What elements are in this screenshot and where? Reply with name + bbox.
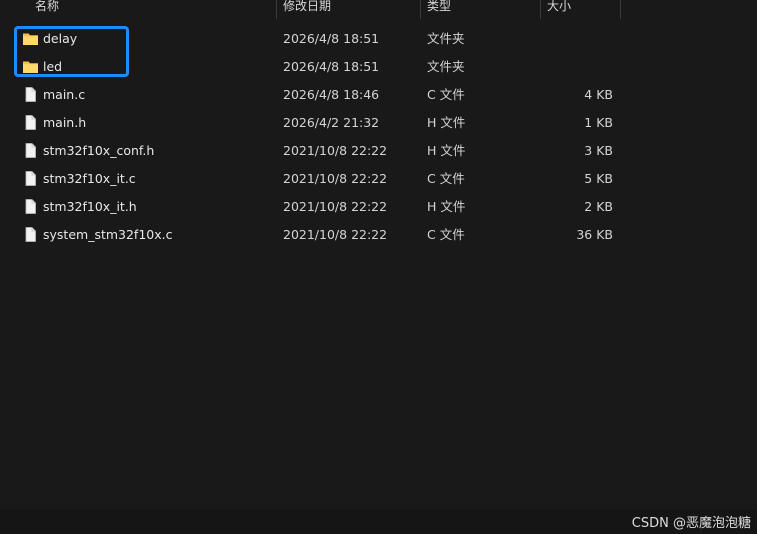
file-name: stm32f10x_it.h	[43, 199, 137, 214]
file-type: H 文件	[427, 199, 466, 214]
column-header-bar: 名称 修改日期 类型 大小	[0, 0, 757, 19]
file-icon	[25, 199, 36, 214]
file-name: system_stm32f10x.c	[43, 227, 173, 242]
file-type: H 文件	[427, 143, 466, 158]
status-bar: CSDN @恶魔泡泡糖	[0, 509, 757, 534]
file-type: C 文件	[427, 87, 465, 102]
column-divider[interactable]	[420, 0, 421, 19]
file-date: 2026/4/8 18:46	[283, 87, 380, 102]
file-icon	[25, 143, 36, 158]
file-size: 5 KB	[584, 171, 613, 186]
file-name: led	[43, 59, 63, 74]
file-name: stm32f10x_it.c	[43, 171, 136, 186]
file-size: 1 KB	[584, 115, 613, 130]
file-date: 2021/10/8 22:22	[283, 227, 388, 242]
file-date: 2021/10/8 22:22	[283, 199, 388, 214]
file-icon	[25, 227, 36, 242]
file-row-stm32f10x-it-c[interactable]: stm32f10x_it.c 2021/10/8 22:22 C 文件 5 KB	[0, 165, 640, 193]
file-size: 4 KB	[584, 87, 613, 102]
folder-icon	[23, 33, 38, 45]
file-row-system-stm32f10x-c[interactable]: system_stm32f10x.c 2021/10/8 22:22 C 文件 …	[0, 221, 640, 249]
watermark-text: CSDN @恶魔泡泡糖	[631, 516, 751, 531]
file-type: C 文件	[427, 171, 465, 186]
file-date: 2021/10/8 22:22	[283, 171, 388, 186]
file-row-main-h[interactable]: main.h 2026/4/2 21:32 H 文件 1 KB	[0, 109, 640, 137]
file-date: 2026/4/8 18:51	[283, 59, 380, 74]
file-type: 文件夹	[427, 31, 465, 46]
file-row-delay[interactable]: delay 2026/4/8 18:51 文件夹	[0, 25, 640, 53]
file-name: main.h	[43, 115, 87, 130]
file-date: 2021/10/8 22:22	[283, 143, 388, 158]
file-name: stm32f10x_conf.h	[43, 143, 155, 158]
file-type: C 文件	[427, 227, 465, 242]
file-row-stm32f10x-conf-h[interactable]: stm32f10x_conf.h 2021/10/8 22:22 H 文件 3 …	[0, 137, 640, 165]
file-type: 文件夹	[427, 59, 465, 74]
column-divider[interactable]	[276, 0, 277, 19]
file-size: 3 KB	[584, 143, 613, 158]
column-header-name[interactable]: 名称	[35, 0, 59, 19]
file-name: delay	[43, 31, 78, 46]
file-date: 2026/4/8 18:51	[283, 31, 380, 46]
file-row-stm32f10x-it-h[interactable]: stm32f10x_it.h 2021/10/8 22:22 H 文件 2 KB	[0, 193, 640, 221]
file-date: 2026/4/2 21:32	[283, 115, 380, 130]
column-divider[interactable]	[620, 0, 621, 19]
file-icon	[25, 171, 36, 186]
file-size: 36 KB	[576, 227, 613, 242]
column-header-type[interactable]: 类型	[427, 0, 451, 19]
file-icon	[25, 87, 36, 102]
file-icon	[25, 115, 36, 130]
file-size: 2 KB	[584, 199, 613, 214]
column-divider[interactable]	[540, 0, 541, 19]
file-row-main-c[interactable]: main.c 2026/4/8 18:46 C 文件 4 KB	[0, 81, 640, 109]
file-type: H 文件	[427, 115, 466, 130]
column-header-size[interactable]: 大小	[547, 0, 571, 19]
file-name: main.c	[43, 87, 86, 102]
folder-icon	[23, 61, 38, 73]
file-row-led[interactable]: led 2026/4/8 18:51 文件夹	[0, 53, 640, 81]
column-header-date-modified[interactable]: 修改日期	[283, 0, 331, 19]
